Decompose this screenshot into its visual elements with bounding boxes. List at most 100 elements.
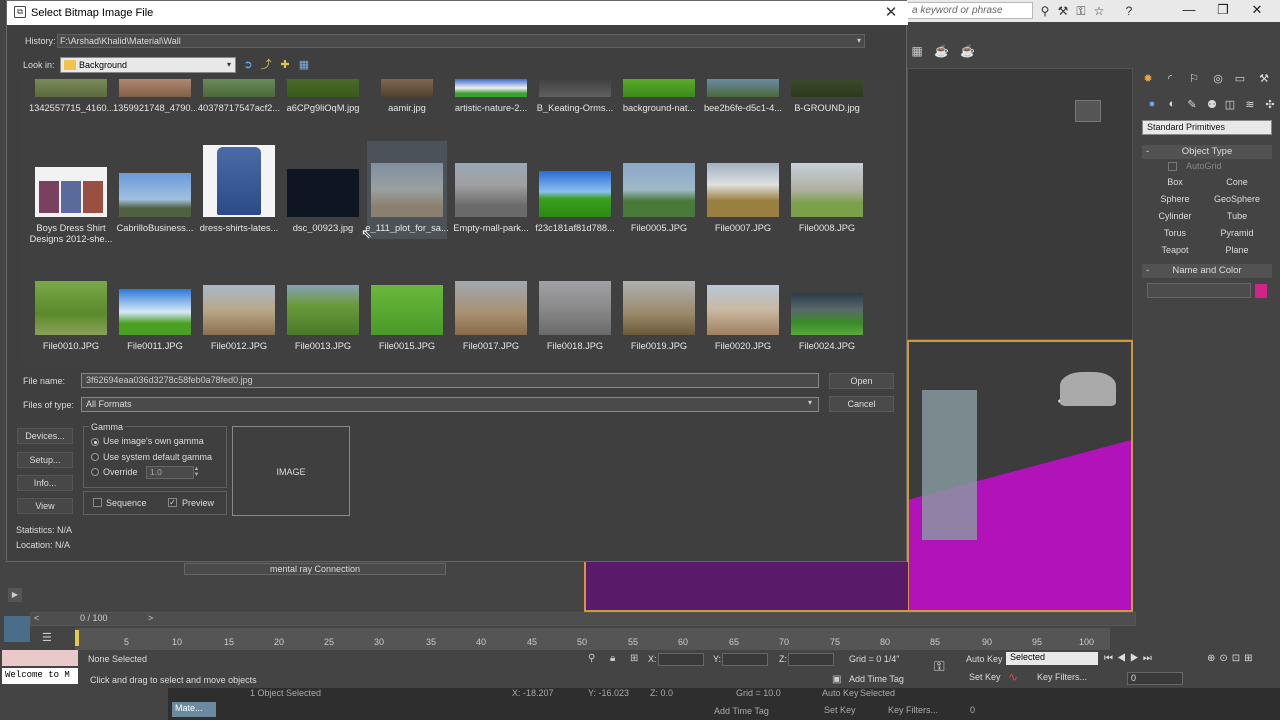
key-selection-dropdown[interactable]: Selected: [1006, 652, 1098, 665]
modify-tab-icon[interactable]: ◜: [1162, 72, 1178, 86]
list-item[interactable]: File0005.JPG: [619, 141, 699, 251]
object-name-input[interactable]: [1147, 283, 1251, 298]
box-button[interactable]: Box: [1146, 175, 1204, 189]
object-color-swatch[interactable]: [1255, 284, 1267, 298]
up-folder-icon[interactable]: ⤴: [259, 58, 273, 72]
list-item[interactable]: File0017.JPG: [451, 279, 531, 359]
list-item[interactable]: 1342557715_4160...: [29, 79, 113, 119]
close-icon[interactable]: ✕: [880, 3, 902, 23]
gamma-own-radio[interactable]: [91, 438, 99, 446]
list-item[interactable]: File0024.JPG: [787, 279, 867, 359]
mini-listener-icon[interactable]: [4, 616, 30, 642]
shapes-icon[interactable]: ◐: [1164, 98, 1180, 112]
lights-icon[interactable]: ✎: [1184, 98, 1200, 112]
teapot-button[interactable]: Teapot: [1146, 243, 1204, 257]
list-item[interactable]: File0007.JPG: [703, 141, 783, 251]
list-item[interactable]: 1359921748_4790...: [113, 79, 197, 119]
create-tab-icon[interactable]: ✹: [1140, 72, 1156, 86]
y-coord-input[interactable]: [722, 653, 768, 666]
expand-arrow-icon[interactable]: ▶: [8, 588, 22, 602]
list-item[interactable]: File0008.JPG: [787, 141, 867, 251]
maximize-button[interactable]: ❐: [1206, 0, 1240, 20]
gamma-override-radio[interactable]: [91, 468, 99, 476]
gamma-system-radio[interactable]: [91, 453, 99, 461]
render-icon[interactable]: ☕: [960, 44, 975, 58]
close-window-button[interactable]: ✕: [1240, 0, 1274, 20]
preview-checkbox[interactable]: ✓: [168, 498, 177, 507]
maxscript-listener-box[interactable]: [2, 650, 78, 666]
list-item[interactable]: Empty-mall-park...: [451, 141, 531, 251]
time-prev-icon[interactable]: <: [34, 613, 39, 623]
tube-button[interactable]: Tube: [1208, 209, 1266, 223]
view-button[interactable]: View: [17, 498, 73, 514]
dialog-title-bar[interactable]: ⧉ Select Bitmap Image File ✕: [7, 1, 908, 25]
star-icon[interactable]: ☆: [1092, 4, 1106, 18]
time-tag-icon[interactable]: ▣: [832, 674, 841, 685]
systems-icon[interactable]: ✣: [1262, 98, 1278, 112]
spacewarps-icon[interactable]: ≋: [1242, 98, 1258, 112]
help-search-input[interactable]: a keyword or phrase: [907, 2, 1033, 19]
trackbar-menu-icon[interactable]: ☰: [42, 631, 52, 644]
list-item[interactable]: File0015.JPG: [367, 279, 447, 359]
new-folder-icon[interactable]: ✚: [278, 58, 292, 72]
viewport-nav-icons[interactable]: ⊕⊙⊡⊞: [1207, 653, 1257, 664]
list-item[interactable]: B_Keating-Orms...: [535, 79, 615, 119]
key-mode-icon[interactable]: ⚿: [934, 658, 945, 675]
list-item[interactable]: File0020.JPG: [703, 279, 783, 359]
lock-icon[interactable]: 🔒︎: [610, 653, 615, 664]
list-item[interactable]: File0013.JPG: [283, 279, 363, 359]
minimize-button[interactable]: —: [1172, 0, 1206, 20]
override-value-input[interactable]: 1.0: [146, 466, 194, 479]
geometry-icon[interactable]: ●: [1144, 98, 1160, 112]
list-item[interactable]: File0018.JPG: [535, 279, 615, 359]
sphere-button[interactable]: Sphere: [1146, 192, 1204, 206]
mental-ray-connection[interactable]: mental ray Connection: [184, 563, 446, 575]
list-item[interactable]: dsc_00923.jpg: [283, 141, 363, 251]
list-item[interactable]: File0010.JPG: [31, 279, 111, 359]
search-tools-icon[interactable]: ⚒: [1056, 4, 1070, 18]
z-coord-input[interactable]: [788, 653, 834, 666]
geosphere-button[interactable]: GeoSphere: [1208, 192, 1266, 206]
list-item[interactable]: File0012.JPG: [199, 279, 279, 359]
current-frame-input[interactable]: 0: [1127, 672, 1183, 685]
cancel-button[interactable]: Cancel: [829, 396, 894, 412]
list-item[interactable]: a6CPg9liOqM.jpg: [283, 79, 363, 119]
auto-key-button[interactable]: Auto Key: [966, 654, 1003, 664]
torus-button[interactable]: Torus: [1146, 226, 1204, 240]
view-menu-icon[interactable]: ▦: [297, 58, 311, 72]
key-icon[interactable]: ⚿: [1074, 4, 1088, 18]
cone-button[interactable]: Cone: [1208, 175, 1266, 189]
binoculars-icon[interactable]: ⚲: [1038, 4, 1052, 18]
open-button[interactable]: Open: [829, 373, 894, 389]
chevron-down-icon[interactable]: ▾: [853, 34, 865, 48]
hierarchy-tab-icon[interactable]: ⚐: [1186, 72, 1202, 86]
cameras-icon[interactable]: ⚉: [1204, 98, 1220, 112]
render-frame-icon[interactable]: ☕: [934, 44, 949, 58]
devices-button[interactable]: Devices...: [17, 428, 73, 444]
file-name-input[interactable]: 3f62694eaa036d3278c58feb0a78fed0.jpg: [81, 373, 819, 388]
list-item[interactable]: CabrilloBusiness...: [115, 141, 195, 251]
list-item[interactable]: File0019.JPG: [619, 279, 699, 359]
list-item[interactable]: dress-shirts-lates...: [199, 141, 279, 251]
setup-button[interactable]: Setup...: [17, 452, 73, 468]
set-key-button[interactable]: Set Key: [969, 672, 1001, 682]
name-color-rollout[interactable]: - Name and Color: [1142, 264, 1272, 278]
helpers-icon[interactable]: ◫: [1222, 98, 1238, 112]
list-item[interactable]: background-nat...: [619, 79, 699, 119]
pyramid-button[interactable]: Pyramid: [1208, 226, 1266, 240]
object-type-rollout[interactable]: - Object Type: [1142, 145, 1272, 159]
add-time-tag[interactable]: Add Time Tag: [849, 674, 904, 684]
cylinder-button[interactable]: Cylinder: [1146, 209, 1204, 223]
list-item[interactable]: aamir.jpg: [367, 79, 447, 119]
info-button[interactable]: Info...: [17, 475, 73, 491]
list-item[interactable]: f23c181af81d788...: [535, 141, 615, 251]
motion-tab-icon[interactable]: ◎: [1210, 72, 1226, 86]
list-item[interactable]: bee2b6fe-d5c1-4...: [703, 79, 783, 119]
time-slider[interactable]: [30, 612, 1136, 626]
render-setup-icon[interactable]: ▦: [910, 44, 924, 58]
help-icon[interactable]: ?: [1122, 4, 1136, 18]
override-spinner-icon[interactable]: ▲ ▼: [192, 466, 201, 479]
list-item[interactable]: B-GROUND.jpg: [787, 79, 867, 119]
x-coord-input[interactable]: [658, 653, 704, 666]
plane-button[interactable]: Plane: [1208, 243, 1266, 257]
